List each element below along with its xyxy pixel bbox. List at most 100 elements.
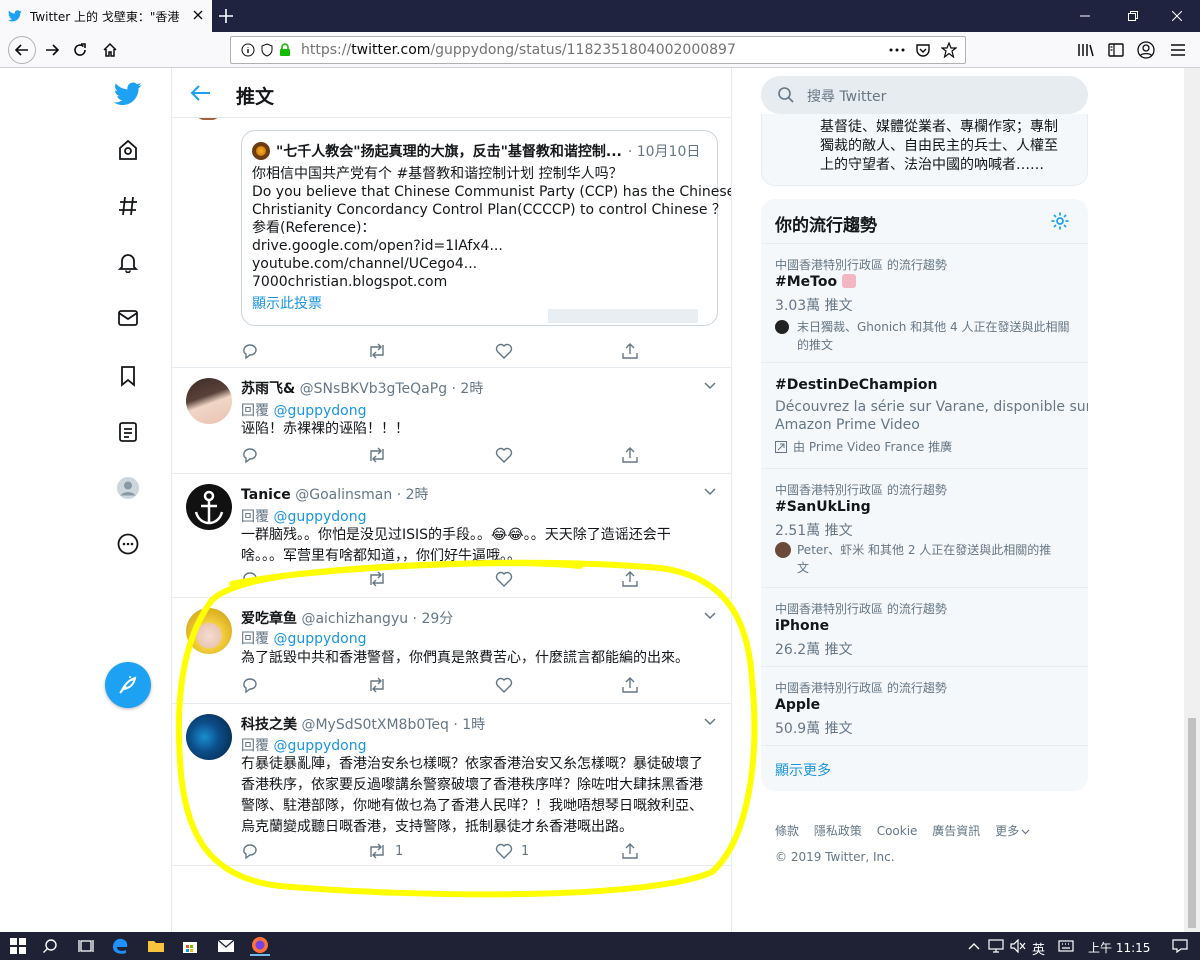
keyboard-icon[interactable] — [1058, 939, 1074, 953]
author-name[interactable]: 苏雨飞& — [241, 381, 295, 397]
new-tab-icon[interactable] — [216, 6, 236, 26]
back-button[interactable] — [8, 36, 36, 64]
input-method-indicator[interactable]: 英 — [1032, 939, 1045, 958]
reply-button[interactable] — [241, 342, 259, 360]
firefox-button[interactable] — [250, 936, 270, 956]
like-button[interactable] — [495, 342, 513, 360]
nav-profile[interactable] — [112, 472, 144, 504]
clock[interactable]: 上午 11:15 — [1088, 939, 1150, 956]
reply-tweet[interactable]: 苏雨飞& @SNsBKVb3gTeQaPg · 2時 回覆 @guppydong… — [172, 368, 731, 474]
reply-button[interactable] — [241, 842, 259, 860]
footer-link[interactable]: 條款 — [775, 824, 799, 838]
trend-item[interactable]: 中國香港特別行政區 的流行趨勢 #MeToo 3.03萬 推文 末日獨裁、Gho… — [761, 243, 1088, 362]
footer-link[interactable]: 隱私政策 — [814, 824, 862, 838]
nav-home[interactable] — [112, 134, 144, 166]
like-button[interactable] — [495, 676, 513, 694]
author-name[interactable]: 爱吃章鱼 — [241, 611, 297, 627]
chevron-down-icon[interactable] — [704, 612, 716, 620]
volume-muted-icon[interactable] — [1010, 939, 1026, 953]
retweet-button[interactable]: 1 — [367, 842, 403, 860]
menu-button[interactable] — [1166, 38, 1190, 62]
trend-item[interactable]: 中國香港特別行政區 的流行趨勢 Apple 50.9萬 推文 — [761, 666, 1088, 745]
nav-messages[interactable] — [112, 302, 144, 334]
reply-tweet[interactable]: 科技之美 @MySdS0tXM8b0Teq · 1時 回覆 @guppydong… — [172, 704, 731, 866]
task-view-button[interactable] — [76, 936, 96, 956]
nav-explore[interactable] — [112, 190, 144, 222]
avatar[interactable] — [186, 714, 232, 760]
page-scrollbar[interactable] — [1184, 68, 1200, 932]
notification-center-icon[interactable] — [1172, 939, 1188, 953]
trend-item[interactable]: 中國香港特別行政區 的流行趨勢 #SanUkLing 2.51萬 推文 Pete… — [761, 468, 1088, 587]
quoted-tweet-card[interactable]: "七千人教会"扬起真理的大旗，反击"基督教和谐控制... · 10月10日 你相… — [241, 130, 731, 326]
account-button[interactable] — [1134, 38, 1158, 62]
taskbar-search-button[interactable] — [40, 936, 60, 956]
share-button[interactable] — [621, 342, 639, 360]
edge-button[interactable] — [110, 936, 130, 956]
reply-button[interactable] — [241, 446, 259, 464]
url-bar[interactable]: https://twitter.com/guppydong/status/118… — [230, 36, 966, 64]
share-button[interactable] — [621, 446, 639, 464]
nav-notifications[interactable] — [112, 246, 144, 278]
sidebar-button[interactable] — [1104, 38, 1128, 62]
chevron-down-icon[interactable] — [704, 718, 716, 726]
like-button[interactable]: 1 — [495, 842, 529, 860]
back-arrow-icon[interactable] — [190, 83, 212, 103]
chevron-down-icon[interactable] — [704, 488, 716, 496]
start-button[interactable] — [8, 936, 28, 956]
file-explorer-button[interactable] — [146, 936, 166, 956]
trend-item[interactable]: 中國香港特別行政區 的流行趨勢 iPhone 26.2萬 推文 — [761, 587, 1088, 666]
reply-mention[interactable]: @guppydong — [273, 403, 366, 419]
nav-bookmarks[interactable] — [112, 360, 144, 392]
share-button[interactable] — [621, 570, 639, 588]
network-icon[interactable] — [988, 939, 1004, 953]
mail-button[interactable] — [216, 936, 236, 956]
reply-button[interactable] — [241, 676, 259, 694]
reload-button[interactable] — [68, 38, 92, 62]
avatar[interactable] — [186, 484, 232, 530]
like-button[interactable] — [495, 446, 513, 464]
reply-mention[interactable]: @guppydong — [273, 631, 366, 647]
chevron-down-icon[interactable] — [704, 382, 716, 390]
twitter-logo[interactable] — [112, 78, 144, 110]
retweet-button[interactable] — [367, 676, 387, 694]
share-button[interactable] — [621, 842, 639, 860]
close-tab-icon[interactable] — [192, 9, 204, 21]
chevron-up-icon[interactable] — [968, 942, 980, 950]
lock-icon[interactable] — [279, 43, 291, 57]
author-name[interactable]: 科技之美 — [241, 717, 297, 733]
scrollbar-thumb[interactable] — [1188, 718, 1196, 928]
show-more-link[interactable]: 顯示更多 — [775, 760, 831, 780]
restore-button[interactable] — [1110, 0, 1156, 32]
pocket-icon[interactable] — [915, 43, 931, 59]
search-input[interactable]: 搜尋 Twitter — [761, 76, 1088, 114]
reply-mention[interactable]: @guppydong — [273, 509, 366, 525]
page-actions-icon[interactable] — [889, 43, 905, 57]
store-button[interactable] — [180, 936, 200, 956]
reply-mention[interactable]: @guppydong — [273, 738, 366, 754]
avatar[interactable] — [186, 608, 232, 654]
reply-tweet[interactable]: Tanice @Goalinsman · 2時 回覆 @guppydong 一群… — [172, 474, 731, 598]
info-icon[interactable] — [241, 43, 255, 57]
nav-more[interactable] — [112, 528, 144, 560]
library-button[interactable] — [1074, 38, 1098, 62]
tracking-shield-icon[interactable] — [261, 43, 273, 57]
like-button[interactable] — [495, 570, 513, 588]
footer-link[interactable]: 廣告資訊 — [932, 824, 980, 838]
reply-tweet[interactable]: 爱吃章鱼 @aichizhangyu · 29分 回覆 @guppydong 為… — [172, 598, 731, 704]
gear-icon[interactable] — [1050, 211, 1070, 231]
compose-tweet-button[interactable] — [105, 662, 151, 708]
retweet-button[interactable] — [367, 342, 387, 360]
avatar[interactable] — [186, 378, 232, 424]
bookmark-star-icon[interactable] — [941, 42, 957, 58]
nav-lists[interactable] — [112, 416, 144, 448]
share-button[interactable] — [621, 676, 639, 694]
retweet-button[interactable] — [367, 570, 387, 588]
home-button[interactable] — [98, 38, 122, 62]
footer-link[interactable]: Cookie — [877, 824, 918, 838]
footer-more[interactable]: 更多 — [995, 824, 1030, 838]
author-name[interactable]: Tanice — [241, 487, 291, 503]
trend-item[interactable]: #DestinDeChampion Découvrez la série sur… — [761, 362, 1088, 468]
forward-button[interactable] — [40, 38, 64, 62]
browser-tab[interactable]: Twitter 上的 戈壁東："香港中文 — [0, 0, 212, 32]
minimize-button[interactable] — [1062, 0, 1108, 32]
